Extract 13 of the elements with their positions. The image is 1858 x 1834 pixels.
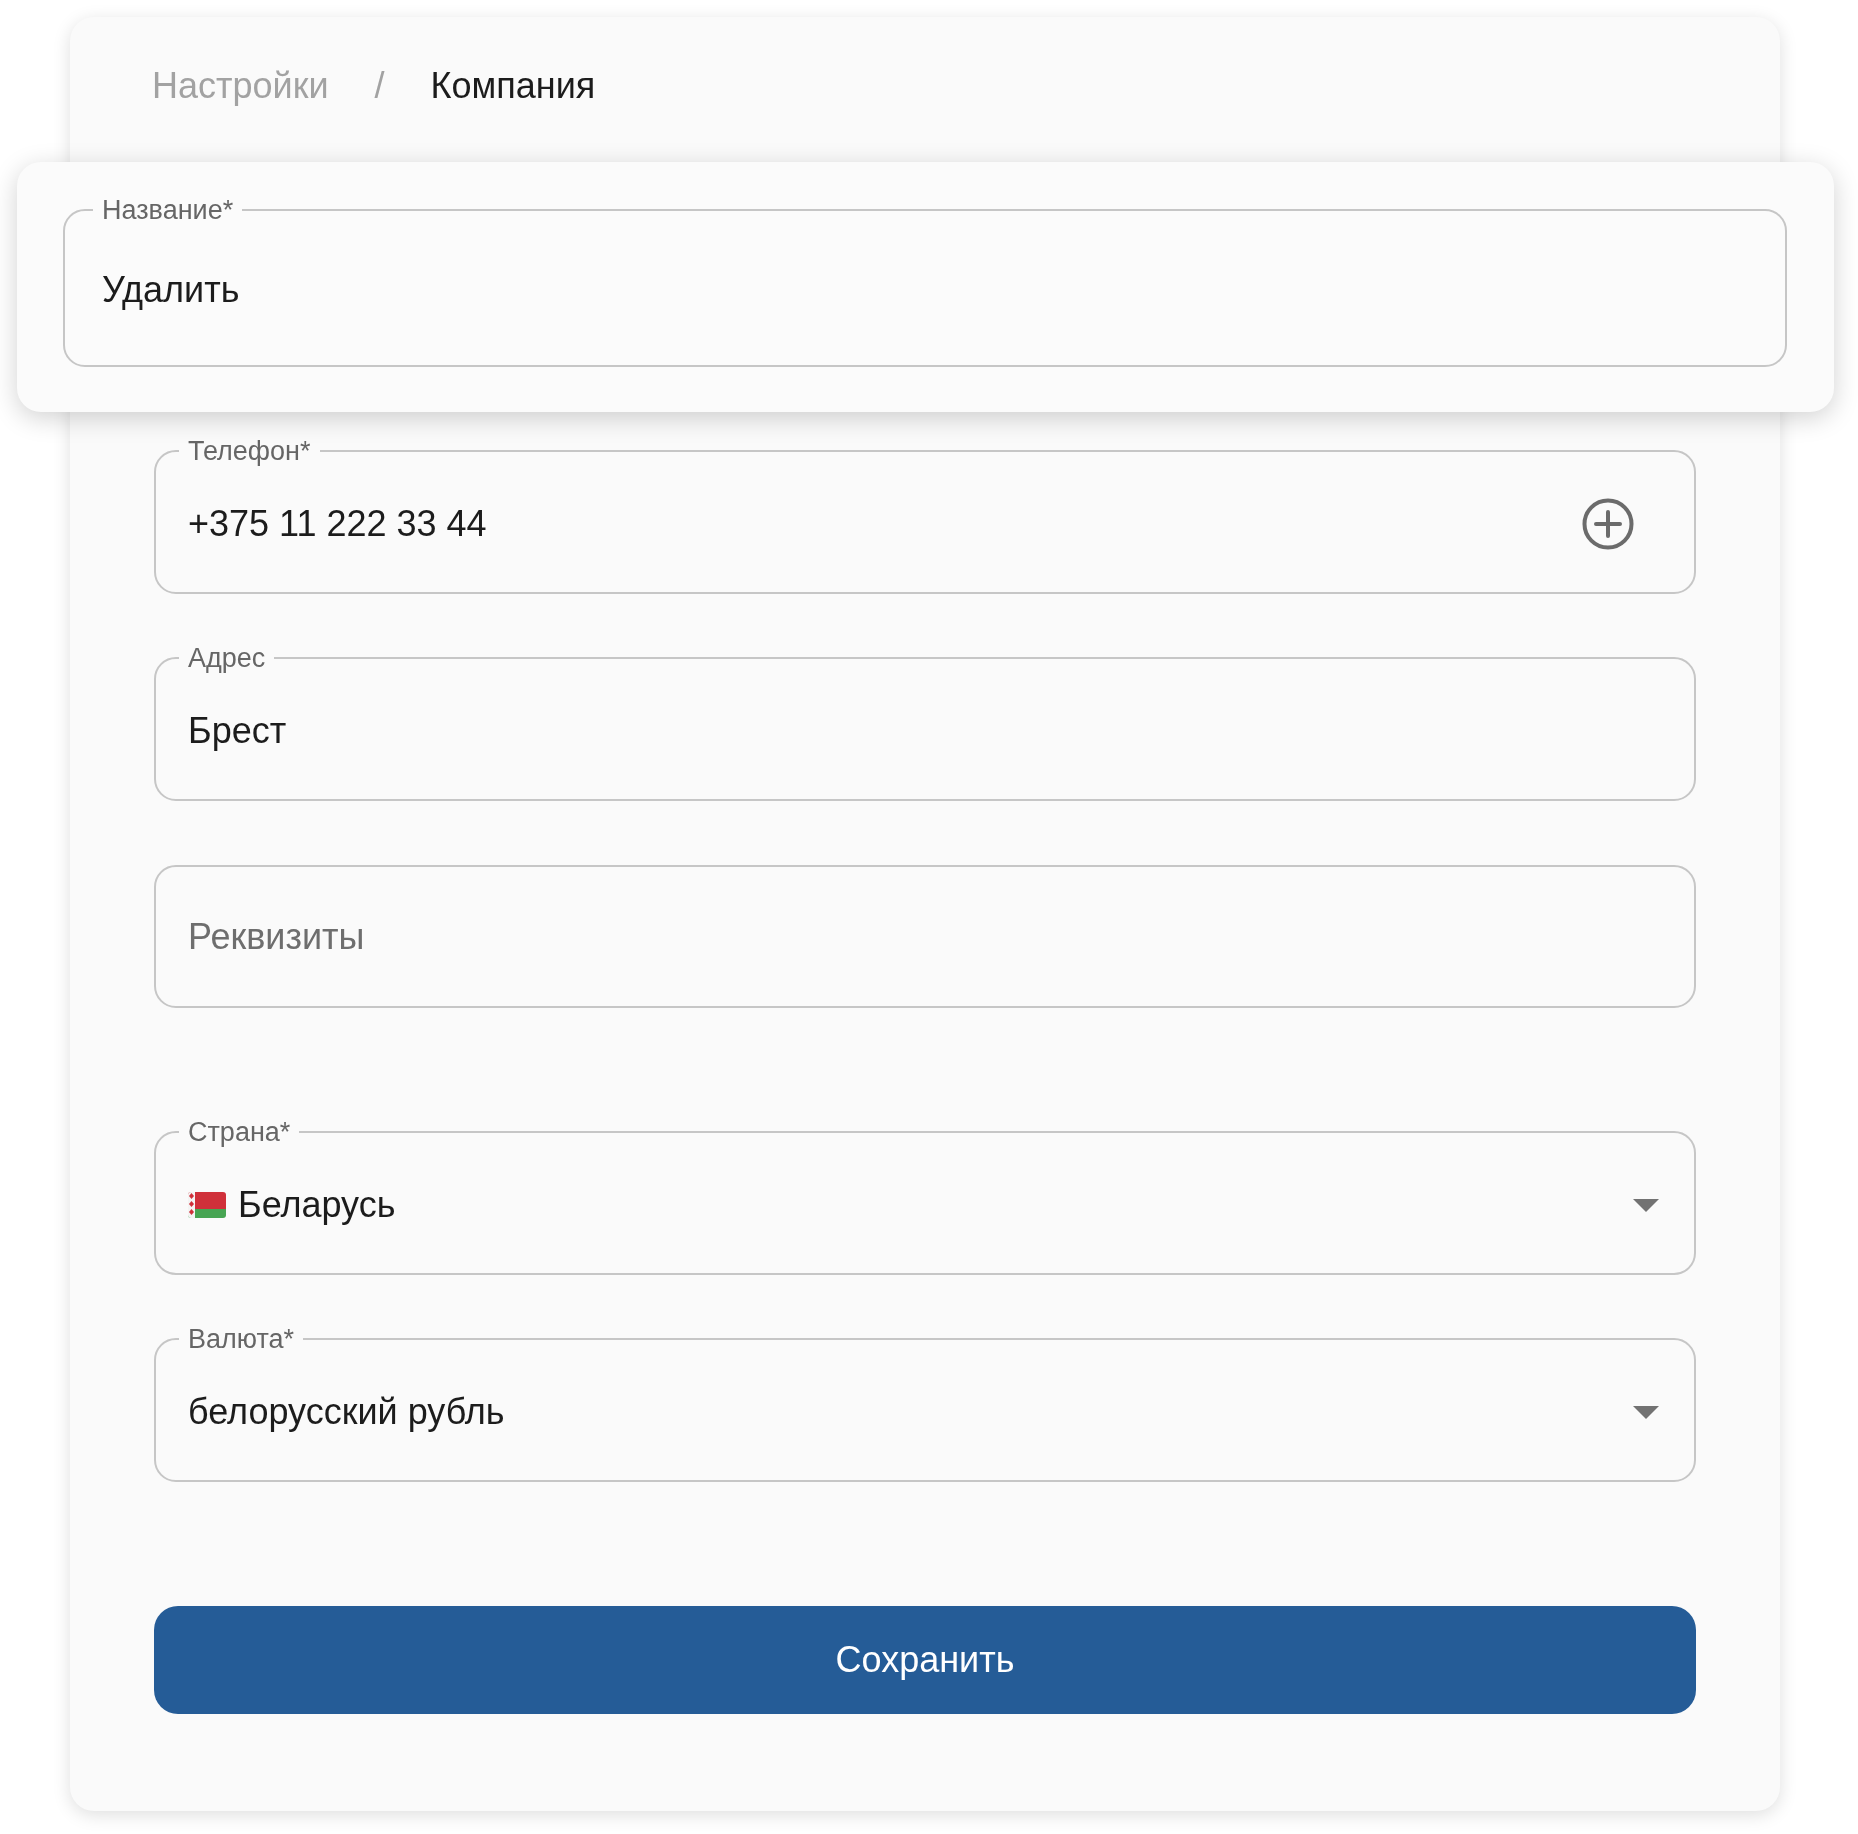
text-field[interactable]: Реквизиты bbox=[154, 865, 1696, 1008]
breadcrumb-separator: / bbox=[374, 64, 385, 108]
plus-circle-icon[interactable] bbox=[1582, 498, 1634, 550]
field-label: Адрес bbox=[187, 642, 267, 674]
flag-icon bbox=[188, 1192, 226, 1218]
caret-icon bbox=[1633, 1405, 1659, 1419]
save-button[interactable]: Сохранить bbox=[154, 1606, 1696, 1714]
field-label: Валюта* bbox=[187, 1323, 296, 1355]
breadcrumb-item: Компания bbox=[430, 64, 596, 108]
field-label: Телефон* bbox=[187, 435, 312, 467]
field-label: Страна* bbox=[187, 1116, 292, 1148]
field-label: Название* bbox=[101, 194, 235, 226]
caret-icon bbox=[1633, 1198, 1659, 1212]
